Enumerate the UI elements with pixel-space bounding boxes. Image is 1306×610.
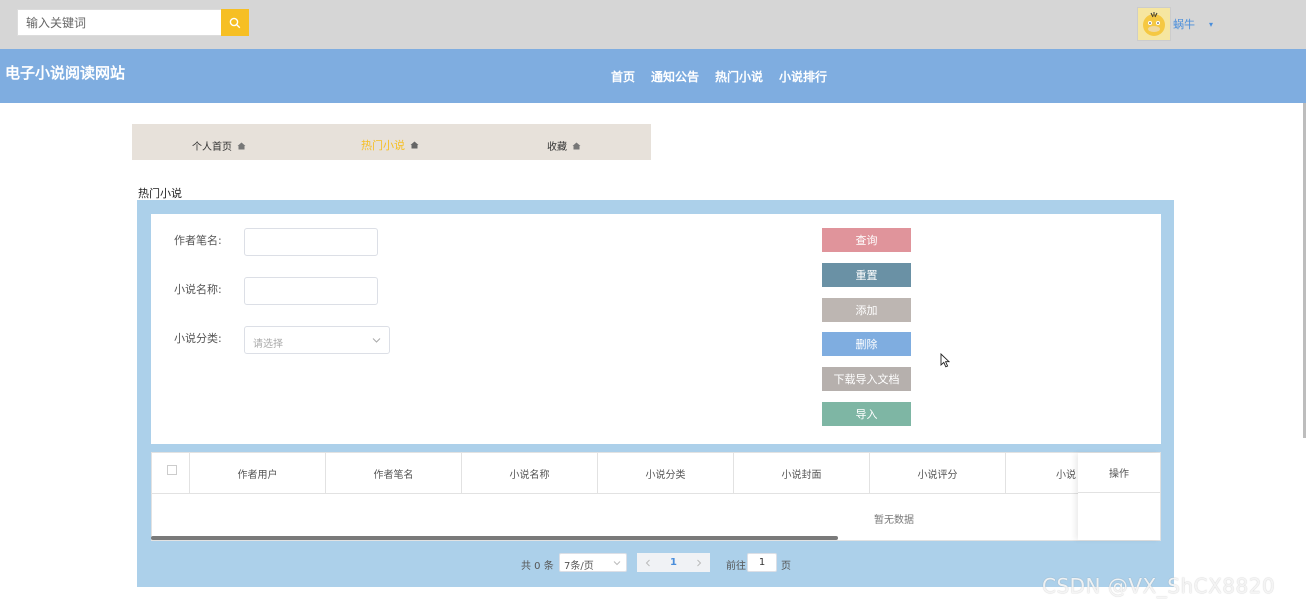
nav-hot-novels[interactable]: 热门小说: [715, 68, 763, 85]
section-title: 热门小说: [138, 187, 182, 200]
nav-notices[interactable]: 通知公告: [651, 68, 699, 85]
subnav-item-personal-home[interactable]: 个人首页: [192, 138, 246, 153]
action-column: 操作: [1078, 453, 1160, 540]
search-icon: [229, 17, 241, 28]
delete-button[interactable]: 删除: [822, 332, 911, 356]
chevron-down-icon[interactable]: ▾: [1209, 20, 1213, 29]
nav-novel-ranking[interactable]: 小说排行: [779, 68, 827, 85]
page-size-value: 7条/页: [564, 561, 594, 572]
user-menu[interactable]: 蜗牛 ▾: [1137, 7, 1213, 41]
watermark-text: CSDN @VX_ShCX8820: [1042, 574, 1276, 598]
search-box: [17, 9, 249, 36]
import-button[interactable]: 导入: [822, 402, 911, 426]
column-actions: 操作: [1078, 453, 1160, 493]
page-suffix-label: 页: [781, 561, 791, 572]
nav-home[interactable]: 首页: [611, 68, 635, 85]
novel-table: 作者用户 作者笔名 小说名称 小说分类 小说封面 小说评分 小说 操作 暂无数据: [151, 452, 1161, 541]
nav-bar: 电子小说阅读网站 首页 通知公告 热门小说 小说排行: [0, 49, 1306, 103]
table-header: 作者用户 作者笔名 小说名称 小说分类 小说封面 小说评分 小说: [152, 453, 1160, 494]
chevron-left-icon: [645, 559, 650, 566]
chevron-down-icon: [613, 561, 621, 566]
novel-name-label: 小说名称:: [174, 283, 222, 296]
novel-category-select[interactable]: 请选择: [244, 326, 390, 354]
subnav-item-label: 热门小说: [361, 139, 405, 152]
column-author-pen-name[interactable]: 作者笔名: [326, 453, 462, 493]
pagination-total: 共 0 条: [521, 561, 554, 572]
add-button[interactable]: 添加: [822, 298, 911, 322]
avatar[interactable]: [1137, 7, 1171, 41]
table-horizontal-scrollbar[interactable]: [151, 536, 838, 540]
subnav-item-hot-novels[interactable]: 热门小说: [361, 137, 419, 153]
user-name[interactable]: 蜗牛: [1173, 16, 1195, 32]
column-novel-name[interactable]: 小说名称: [462, 453, 598, 493]
chevron-right-icon: [697, 559, 702, 566]
column-novel-rating[interactable]: 小说评分: [870, 453, 1006, 493]
select-all-cell: [152, 453, 190, 493]
query-button[interactable]: 查询: [822, 228, 911, 252]
avatar-duck-icon: [1143, 12, 1165, 36]
reset-button[interactable]: 重置: [822, 263, 911, 287]
top-bar: 蜗牛 ▾: [0, 0, 1306, 49]
category-placeholder: 请选择: [253, 339, 283, 350]
sub-nav: 个人首页 热门小说 收藏: [132, 124, 651, 160]
empty-data-text: 暂无数据: [874, 515, 914, 526]
goto-page-input[interactable]: 1: [747, 553, 777, 572]
site-title[interactable]: 电子小说阅读网站: [5, 62, 125, 83]
chevron-down-icon: [372, 338, 381, 343]
subnav-item-favorites[interactable]: 收藏: [547, 138, 581, 153]
search-form: 作者笔名: 小说名称: 小说分类: 请选择: [151, 214, 1161, 444]
page-size-select[interactable]: 7条/页: [559, 553, 627, 572]
next-page-button[interactable]: [688, 553, 710, 572]
prev-page-button[interactable]: [637, 553, 659, 572]
novel-category-label: 小说分类:: [174, 332, 222, 345]
select-all-checkbox[interactable]: [167, 465, 177, 475]
page-number-current[interactable]: 1: [659, 553, 688, 572]
home-icon: [410, 141, 419, 149]
author-pen-name-field[interactable]: [244, 228, 378, 256]
main-nav: 首页 通知公告 热门小说 小说排行: [611, 68, 827, 85]
column-novel-cover[interactable]: 小说封面: [734, 453, 870, 493]
novel-name-field[interactable]: [244, 277, 378, 305]
download-template-button[interactable]: 下载导入文档: [822, 367, 911, 391]
column-novel-category[interactable]: 小说分类: [598, 453, 734, 493]
mouse-cursor-icon: [940, 353, 950, 368]
search-button[interactable]: [221, 9, 249, 36]
home-icon: [237, 142, 246, 149]
subnav-item-label: 个人首页: [192, 142, 232, 153]
home-icon: [572, 142, 581, 149]
author-pen-name-label: 作者笔名:: [174, 234, 222, 247]
goto-label: 前往: [726, 561, 746, 572]
column-author-user[interactable]: 作者用户: [190, 453, 326, 493]
subnav-item-label: 收藏: [547, 142, 567, 153]
search-input[interactable]: [17, 9, 221, 36]
